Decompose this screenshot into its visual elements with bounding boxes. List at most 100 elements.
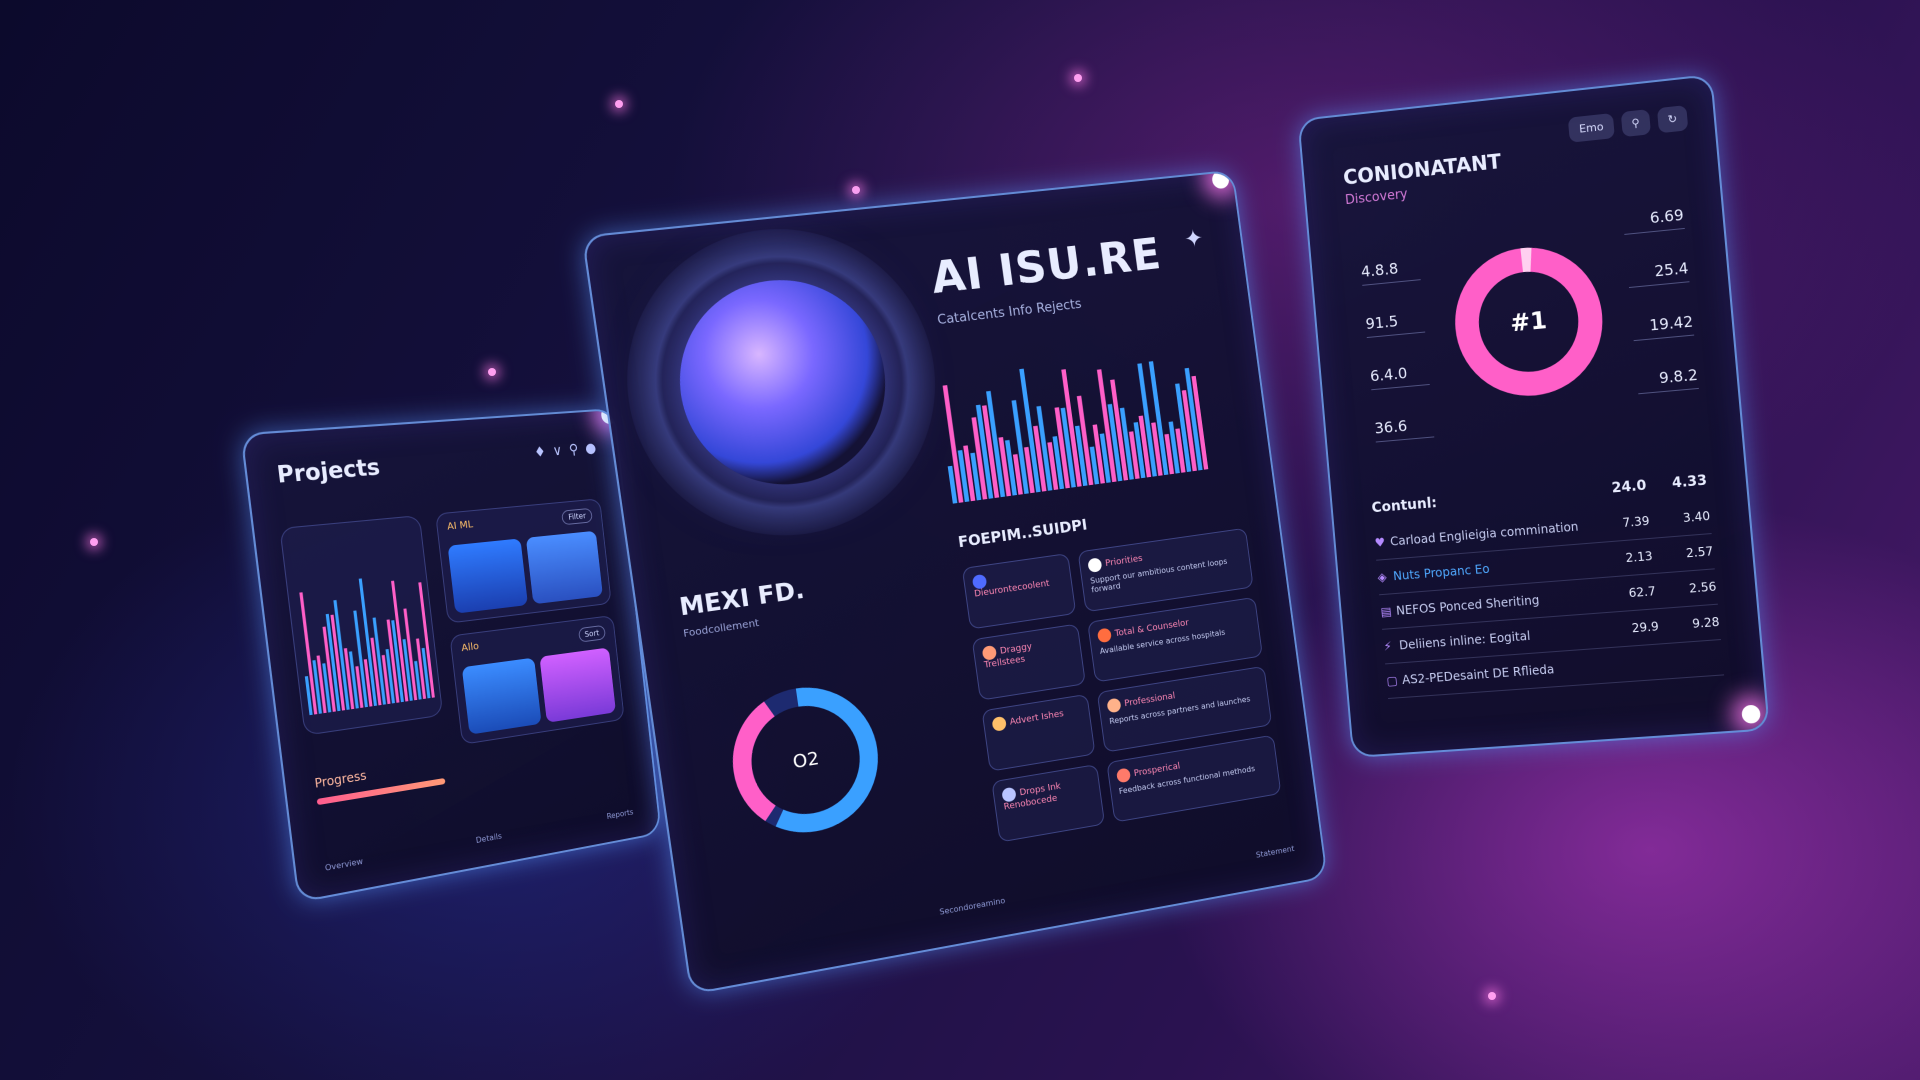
refresh-icon[interactable]: ↻ <box>1656 105 1689 134</box>
filter-icon[interactable]: ∨ <box>552 443 563 459</box>
row-name: Deliiens inline: Eogital <box>1398 628 1531 653</box>
footer-link[interactable]: Reports <box>606 808 634 821</box>
feed-grid: Dieurontecoolent Priorities Support our am… <box>961 527 1282 843</box>
feed-card-title: Prosperical <box>1133 761 1181 780</box>
page-title: AI ISU.RE <box>928 228 1165 305</box>
search-icon[interactable]: ⚲ <box>1620 109 1651 138</box>
avatar <box>1106 697 1122 714</box>
rank-donut-chart: #1 <box>1437 219 1622 424</box>
row-value-1: 62.7 <box>1628 584 1657 601</box>
sparkle <box>615 100 623 108</box>
avatar <box>1087 557 1103 573</box>
contaminant-toolbar: Emo ⚲ ↻ <box>1568 105 1689 143</box>
project-card-ai[interactable]: AI ML Filter <box>435 498 612 624</box>
table-header-col1: 24.0 <box>1610 477 1648 497</box>
row-value-2: 3.40 <box>1682 508 1711 526</box>
projects-bars <box>299 578 435 716</box>
section-title-left: MEXI FD. <box>677 575 807 622</box>
metric-value: 91.5 <box>1364 309 1426 339</box>
sparkle <box>90 538 98 546</box>
metric-value: 6.4.0 <box>1369 362 1430 391</box>
contaminant-subtitle: Discovery <box>1344 186 1409 209</box>
box-icon: ▢ <box>1385 673 1399 689</box>
footer-link[interactable]: Overview <box>324 857 363 873</box>
ai-globe-visual <box>666 269 899 497</box>
shield-icon: ◈ <box>1377 569 1388 585</box>
sparkle <box>1074 74 1082 82</box>
feed-card-title: Advert Ishes <box>1009 709 1065 728</box>
avatar <box>991 715 1007 732</box>
row-value-2: 2.57 <box>1685 544 1714 561</box>
rank-label: #1 <box>1509 306 1548 338</box>
row-value-2: 9.28 <box>1691 614 1721 631</box>
donut-center-label: O2 <box>792 748 821 773</box>
left-metrics: 4.8.8 91.5 6.4.0 36.6 <box>1360 257 1435 443</box>
contaminant-panel: CONIONATANT Discovery Emo ⚲ ↻ 4.8.8 91.5… <box>1297 73 1770 759</box>
row-name: NEFOS Ponced Sheriting <box>1395 592 1540 618</box>
activity-bar-chart <box>942 361 1209 504</box>
sparkle <box>852 186 860 194</box>
projects-title: Projects <box>275 454 382 489</box>
row-value-1: 29.9 <box>1631 619 1660 636</box>
center-footer: Secondoreamino Statement <box>939 844 1295 917</box>
sparkle <box>1488 992 1496 1000</box>
footer-link[interactable]: Statement <box>1255 844 1295 859</box>
metric-value: 4.8.8 <box>1360 257 1421 286</box>
project-card-allo[interactable]: Allo Sort <box>449 615 625 745</box>
avatar <box>1116 767 1132 784</box>
avatar <box>1096 627 1113 644</box>
row-value-1: 2.13 <box>1625 548 1654 566</box>
row-value-2: 2.56 <box>1688 579 1717 596</box>
ai-insure-panel: AI ISU.RE Catalcents Info Rejects ✦ MEXI… <box>581 169 1328 996</box>
feed-card[interactable]: Dieurontecoolent <box>961 553 1077 630</box>
row-value-1: 7.39 <box>1621 513 1651 530</box>
feed-card[interactable]: Advert Ishes <box>981 693 1096 772</box>
doc-icon: ▤ <box>1380 604 1393 619</box>
project-block <box>461 657 542 735</box>
corner-glow <box>1211 170 1231 190</box>
project-block <box>525 530 603 605</box>
user-icon[interactable]: ● <box>584 440 596 456</box>
section-subtitle-left: Foodcollement <box>682 617 760 640</box>
metric-value: 36.6 <box>1373 414 1435 443</box>
right-metrics: 6.69 25.4 19.42 9.8.2 <box>1622 205 1699 395</box>
project-block <box>447 538 528 614</box>
project-block <box>539 647 616 723</box>
projects-bar-chart <box>279 515 444 736</box>
table-body: ♥ Carload Englieigia commination 7.39 3.40 ◈… <box>1373 498 1725 699</box>
bolt-icon: ⚡ <box>1383 639 1393 654</box>
progress-label: Progress <box>313 768 368 791</box>
footer-link[interactable]: Details <box>475 832 502 846</box>
metric-value: 6.69 <box>1622 205 1685 235</box>
toolbar-label-button[interactable]: Emo <box>1568 113 1615 143</box>
feed-card-title: Professional <box>1123 691 1176 710</box>
feed-card[interactable]: Drops Ink Renobocede <box>991 763 1106 843</box>
feed-section-title: FOEPIM..SUIDPI <box>956 515 1089 552</box>
sparkle <box>488 368 496 376</box>
contaminant-table: Contunl: 24.0 4.33 ♥ Carload Englieigia c… <box>1371 472 1725 699</box>
feed-card[interactable]: Draggy Trellstees <box>971 623 1086 701</box>
projects-panel: Projects ♦ ∨ ⚲ ● AI ML Filter Allo Sort … <box>240 408 662 904</box>
sparkle-icon[interactable]: ✦ <box>1183 224 1205 253</box>
row-value-1 <box>1602 662 1662 666</box>
heart-icon: ♥ <box>1374 535 1386 550</box>
search-icon[interactable]: ⚲ <box>568 442 579 458</box>
feed-card-body <box>994 722 1082 736</box>
row-value-2 <box>1662 657 1723 661</box>
metric-value: 9.8.2 <box>1636 365 1699 395</box>
row-name: AS2-PEDesaint DE Rflieda <box>1401 662 1555 688</box>
feed-card-title: Priorities <box>1104 553 1144 569</box>
feed-card[interactable]: Priorities Support our ambitious content … <box>1077 527 1254 613</box>
center-donut-chart: O2 <box>689 644 920 878</box>
projects-footer: Overview Details Reports <box>324 808 633 873</box>
bell-icon[interactable]: ♦ <box>533 444 546 461</box>
row-name: Carload Englieigia commination <box>1389 519 1579 549</box>
table-header-col2: 4.33 <box>1671 472 1708 492</box>
row-name: Nuts Propanc Eo <box>1392 561 1491 584</box>
contaminant-title: CONIONATANT <box>1342 149 1503 190</box>
projects-toolbar: ♦ ∨ ⚲ ● <box>533 440 597 460</box>
metric-value: 25.4 <box>1627 259 1690 289</box>
metric-value: 19.42 <box>1631 312 1695 342</box>
corner-glow <box>1741 704 1762 724</box>
footer-link[interactable]: Secondoreamino <box>939 896 1006 917</box>
